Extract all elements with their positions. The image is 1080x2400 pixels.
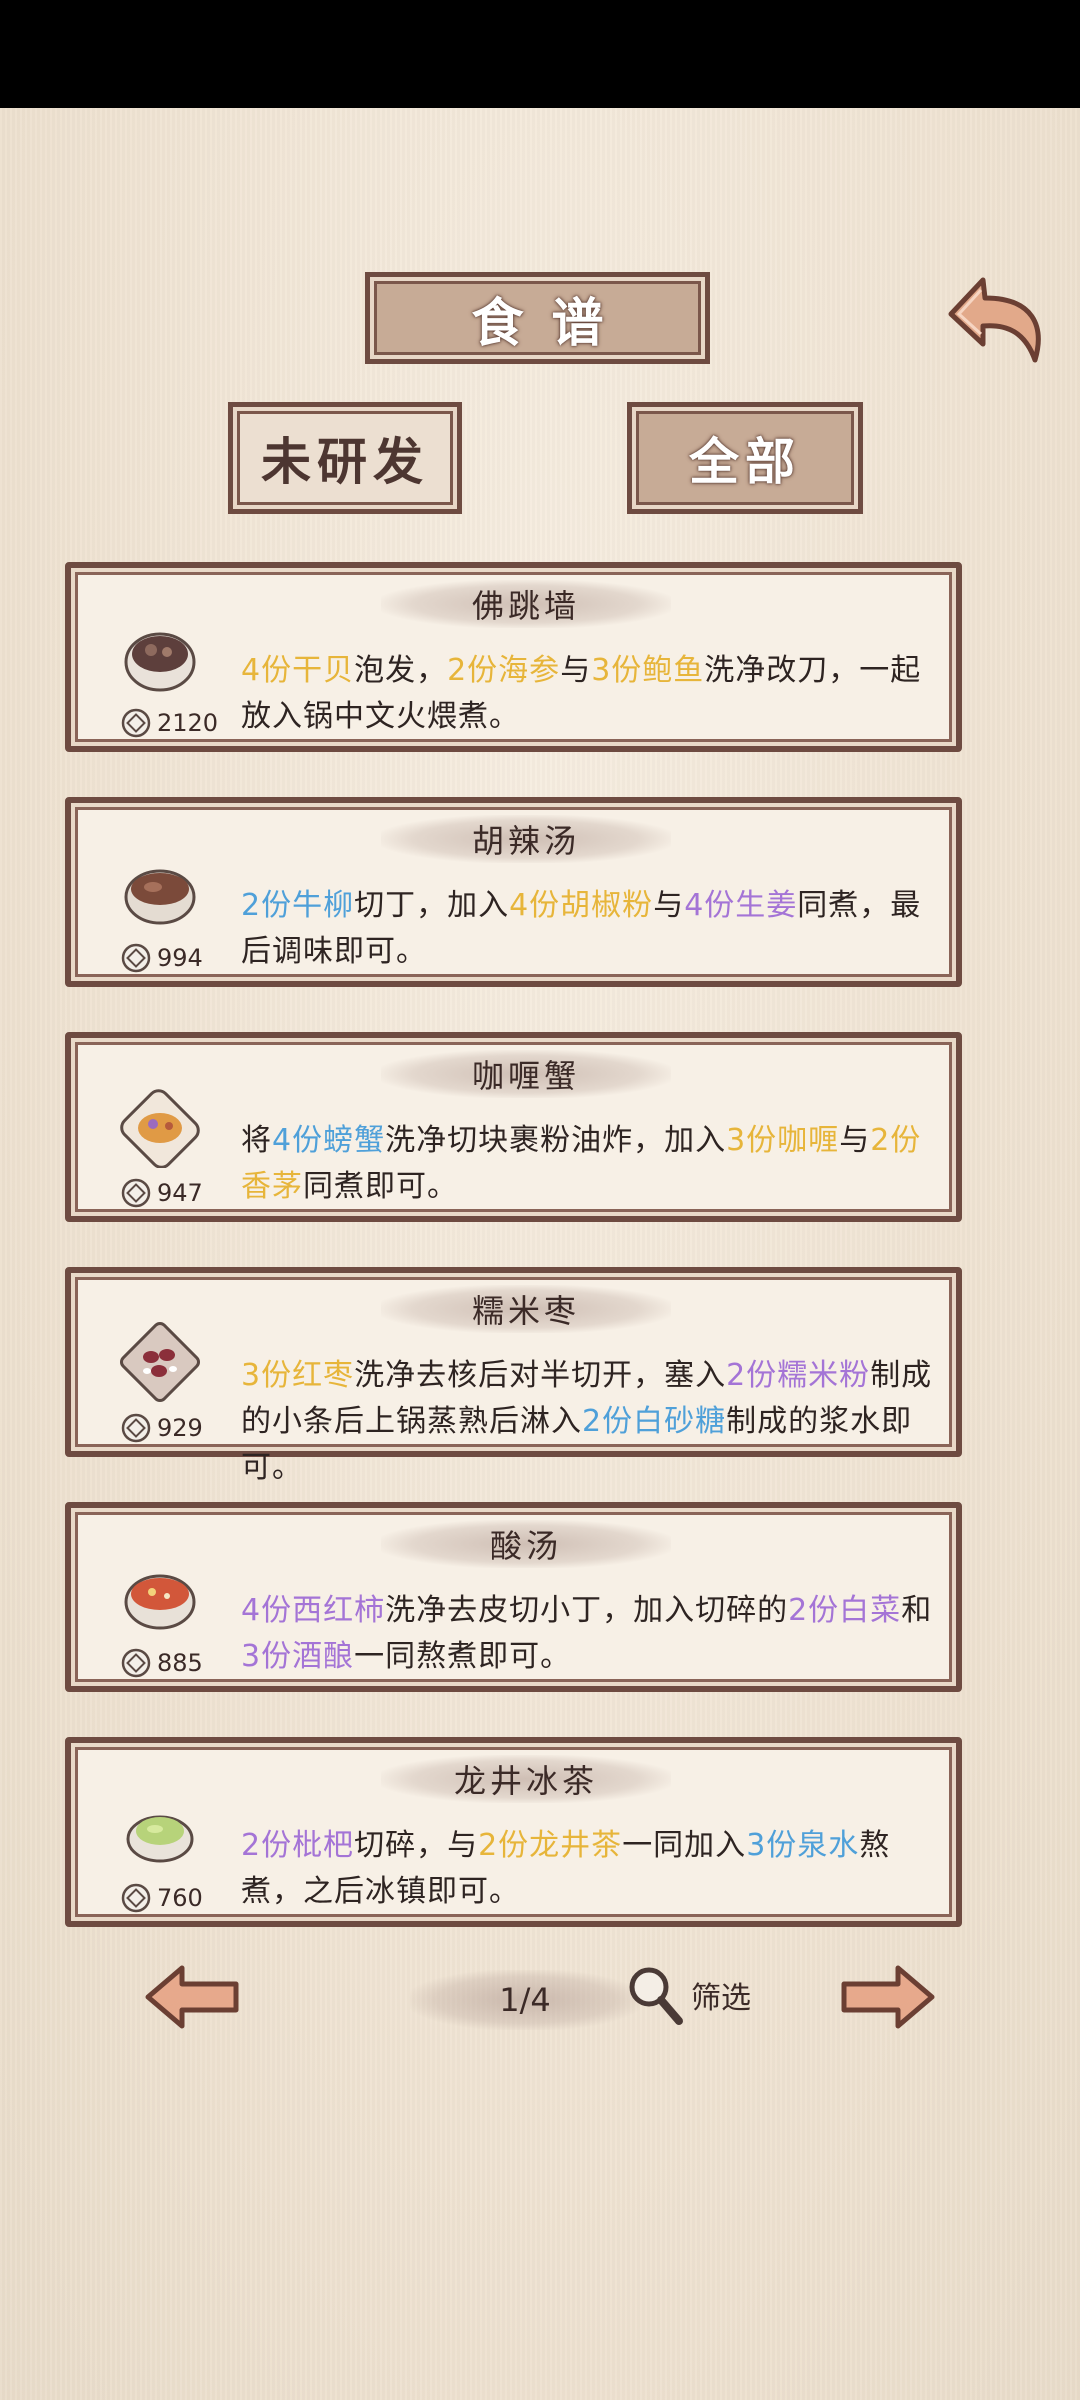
recipe-description: 2份牛柳切丁，加入4份胡椒粉与4份生姜同煮，最后调味即可。 <box>241 883 941 975</box>
recipe-name: 胡辣汤 <box>381 815 671 863</box>
ingredient-text: 4份生姜 <box>684 888 798 923</box>
price-value: 947 <box>157 1179 203 1207</box>
recipe-price: 994 <box>121 943 203 973</box>
ingredient-text: 3份泉水 <box>746 1828 860 1863</box>
coin-icon <box>121 708 151 738</box>
description-text: 切碎，与 <box>354 1828 479 1863</box>
price-value: 885 <box>157 1649 203 1677</box>
description-text: 一同熬煮即可。 <box>354 1639 572 1674</box>
description-text: 洗净去核后对半切开，塞入 <box>354 1358 727 1393</box>
coin-icon <box>121 1648 151 1678</box>
back-button[interactable] <box>945 270 1055 370</box>
next-page-button[interactable] <box>838 1962 938 2032</box>
description-text: 与 <box>560 653 592 688</box>
ingredient-text: 3份红枣 <box>241 1358 355 1393</box>
spicy-soup-icon <box>124 869 196 925</box>
magnifier-icon <box>629 1967 683 2025</box>
prev-page-button[interactable] <box>142 1962 242 2032</box>
recipe-price: 947 <box>121 1178 203 1208</box>
back-arrow-icon <box>948 277 1041 363</box>
page-title: 食谱 <box>365 272 710 364</box>
tab-undeveloped[interactable]: 未研发 <box>228 402 462 514</box>
coin-icon <box>121 1413 151 1443</box>
description-text: 将 <box>241 1123 272 1158</box>
ingredient-text: 3份咖喱 <box>726 1123 840 1158</box>
recipe-name: 佛跳墙 <box>381 580 671 628</box>
recipe-name: 龙井冰茶 <box>381 1755 671 1803</box>
recipe-price: 760 <box>121 1883 203 1913</box>
filter-label: 筛选 <box>691 1981 751 2016</box>
tab-all[interactable]: 全部 <box>627 402 863 514</box>
recipe-card[interactable]: 胡辣汤 994 2份牛柳切丁，加入4份胡椒粉与4份生姜同煮，最后调味即可。 <box>65 797 962 987</box>
ingredient-text: 2份白菜 <box>788 1593 902 1628</box>
ingredient-text: 4份胡椒粉 <box>509 888 654 923</box>
recipe-description: 2份枇杷切碎，与2份龙井茶一同加入3份泉水熬煮，之后冰镇即可。 <box>241 1823 941 1915</box>
recipe-price: 929 <box>121 1413 203 1443</box>
ingredient-text: 2份龙井茶 <box>478 1828 623 1863</box>
ingredient-text: 2份海参 <box>447 653 561 688</box>
ingredient-text: 2份牛柳 <box>241 888 355 923</box>
recipe-description: 3份红枣洗净去核后对半切开，塞入2份糯米粉制成的小条后上锅蒸熟后淋入2份白砂糖制… <box>241 1353 941 1491</box>
longjing-iced-tea-icon <box>126 1815 194 1863</box>
price-value: 994 <box>157 944 203 972</box>
sour-soup-icon <box>124 1574 196 1630</box>
ingredient-text: 4份西红柿 <box>241 1593 386 1628</box>
description-text: 与 <box>839 1123 871 1158</box>
ingredient-text: 3份鲍鱼 <box>591 653 705 688</box>
description-text: 同煮即可。 <box>303 1169 458 1204</box>
buddha-jumps-soup-icon <box>124 632 196 692</box>
recipe-description: 将4份螃蟹洗净切块裹粉油炸，加入3份咖喱与2份香茅同煮即可。 <box>241 1118 941 1210</box>
right-arrow-icon <box>841 1965 935 2029</box>
left-arrow-icon <box>145 1965 239 2029</box>
description-text: 与 <box>653 888 685 923</box>
curry-crab-icon <box>120 1089 200 1168</box>
price-value: 2120 <box>157 709 219 737</box>
description-text: 洗净去皮切小丁，加入切碎的 <box>385 1593 789 1628</box>
coin-icon <box>121 1178 151 1208</box>
recipe-card[interactable]: 糯米枣 929 3份红枣洗净去核后对半切开，塞入2份糯米粉制成的小条后上锅蒸熟后淋入… <box>65 1267 962 1485</box>
coin-icon <box>121 943 151 973</box>
recipe-price: 885 <box>121 1648 203 1678</box>
description-text: 洗净切块裹粉油炸，加入 <box>385 1123 727 1158</box>
recipe-card[interactable]: 酸汤 885 4份西红柿洗净去皮切小丁，加入切碎的2份白菜和 3份酒酿一同熬煮即可。 <box>65 1502 962 1692</box>
recipe-book-screen: 食谱 未研发 全部 佛跳墙 2120 4份干贝泡发，2份海参与3份鲍鱼洗净改刀，一起… <box>0 0 1080 2400</box>
price-value: 929 <box>157 1414 203 1442</box>
page-indicator: 1/4 <box>410 1970 640 2030</box>
filter-button[interactable]: 筛选 <box>625 1960 751 2030</box>
coin-icon <box>121 1883 151 1913</box>
price-value: 760 <box>157 1884 203 1912</box>
glutinous-rice-dates-icon <box>119 1321 201 1403</box>
ingredient-text: 4份干贝 <box>241 653 355 688</box>
ingredient-text: 2份白砂糖 <box>582 1404 727 1439</box>
description-text: 泡发， <box>354 653 448 688</box>
description-text: 一同加入 <box>622 1828 747 1863</box>
description-text: 切丁，加入 <box>354 888 510 923</box>
recipe-card[interactable]: 咖喱蟹 947 将4份螃蟹洗净切块裹粉油炸，加入3份咖喱与2份香茅同煮即可。 <box>65 1032 962 1222</box>
recipe-card[interactable]: 龙井冰茶 760 2份枇杷切碎，与2份龙井茶一同加入3份泉水熬煮，之后冰镇即可。 <box>65 1737 962 1927</box>
recipe-card[interactable]: 佛跳墙 2120 4份干贝泡发，2份海参与3份鲍鱼洗净改刀，一起放入锅中文火煨煮。 <box>65 562 962 752</box>
recipe-name: 咖喱蟹 <box>381 1050 671 1098</box>
ingredient-text: 2份糯米粉 <box>726 1358 871 1393</box>
ingredient-text: 2份枇杷 <box>241 1828 355 1863</box>
recipe-price: 2120 <box>121 708 218 738</box>
recipe-name: 酸汤 <box>381 1520 671 1568</box>
recipe-description: 4份西红柿洗净去皮切小丁，加入切碎的2份白菜和 3份酒酿一同熬煮即可。 <box>241 1588 941 1680</box>
ingredient-text: 4份螃蟹 <box>272 1123 386 1158</box>
ingredient-text: 3份酒酿 <box>241 1639 355 1674</box>
recipe-name: 糯米枣 <box>381 1285 671 1333</box>
recipe-description: 4份干贝泡发，2份海参与3份鲍鱼洗净改刀，一起放入锅中文火煨煮。 <box>241 648 941 740</box>
status-bar <box>0 0 1080 108</box>
description-text: 和 <box>901 1593 933 1628</box>
